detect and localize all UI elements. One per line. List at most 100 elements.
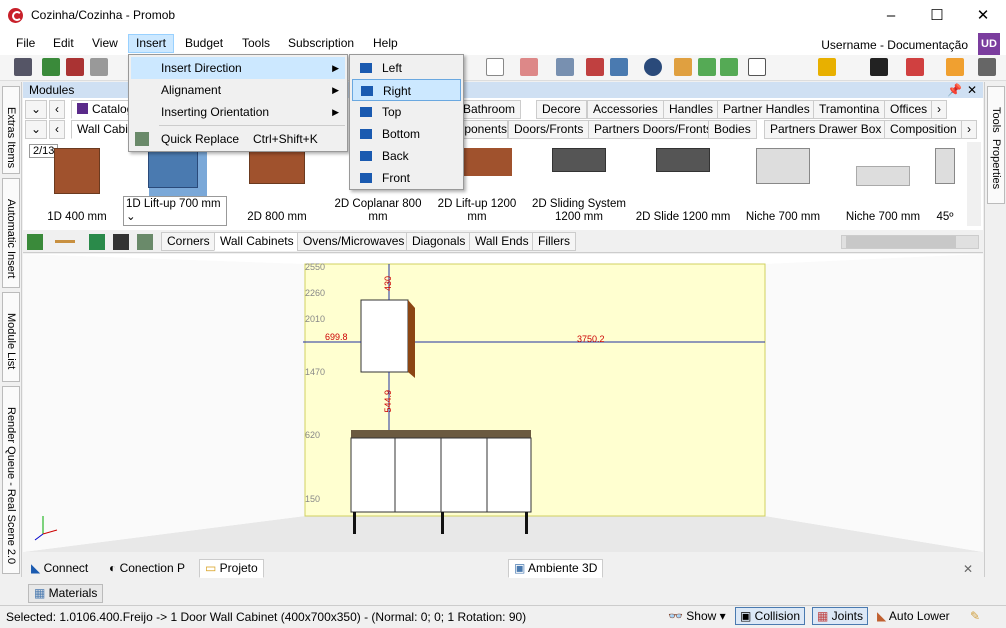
tab-wall-cabinets[interactable]: Wall Cabinets [71,120,131,139]
wall-cabinet[interactable] [360,299,409,373]
username-label[interactable]: Username - Documentação [821,38,968,52]
save-icon[interactable] [14,58,32,76]
tab-accessories[interactable]: Accessories [587,100,664,119]
subtab-wall-cabinets[interactable]: Wall Cabinets [214,232,300,251]
cube-icon[interactable] [674,58,692,76]
menu-insert-direction[interactable]: Insert Direction ▶ [131,57,345,79]
module-item[interactable]: 2D Sliding System 1200 mm [529,142,629,232]
tab-ambiente-3d[interactable]: ▣ Ambiente 3D [508,559,604,578]
tab-partners-doors-fronts[interactable]: Partners Doors/Fronts [588,120,719,139]
tab-bodies[interactable]: Bodies [708,120,757,139]
options-icon[interactable] [978,58,996,76]
subtabs-scroll-left[interactable]: ‹ [49,120,65,139]
export-icon[interactable] [89,234,105,250]
direction-front[interactable]: Front [352,167,461,189]
select-cursor-icon[interactable] [486,58,504,76]
menu-inserting-orientation[interactable]: Inserting Orientation ▶ [131,101,345,123]
subtab-corners[interactable]: Corners [161,232,216,251]
subtab-fillers[interactable]: Fillers [532,232,576,251]
menu-budget[interactable]: Budget [177,34,231,53]
render-alt-icon[interactable] [66,58,84,76]
menu-alignament[interactable]: Alignament ▶ [131,79,345,101]
joints-toggle[interactable]: ▦ Joints [812,607,869,625]
maximize-button[interactable]: ☐ [914,0,960,31]
menu-help[interactable]: Help [365,34,406,53]
menu-file[interactable]: File [8,34,43,53]
subtab-ovens-microwaves[interactable]: Ovens/Microwaves [297,232,411,251]
tabs-scroll-right[interactable]: › [931,100,947,119]
menu-tools[interactable]: Tools [234,34,278,53]
minimize-button[interactable]: – [868,0,914,31]
lightbulb-icon[interactable] [818,58,836,76]
thumbnails-scrollbar[interactable] [967,142,981,226]
modules-close-button[interactable]: ✕ [967,82,977,98]
tab-decore[interactable]: Decore [536,100,587,119]
menu-view[interactable]: View [84,34,126,53]
module-item[interactable]: 45º [928,142,962,232]
subtabs-scrollbar[interactable] [841,235,979,249]
eye-icon[interactable] [644,58,662,76]
tab-render-queue[interactable]: Render Queue - Real Scene 2.0 [2,386,20,574]
subtab-wall-ends[interactable]: Wall Ends [469,232,535,251]
binoculars-icon[interactable] [113,234,129,250]
line-icon[interactable] [55,240,75,243]
tab-offices[interactable]: Offices [884,100,934,119]
auto-lower-toggle[interactable]: ◣ Auto Lower [877,609,950,623]
module-item[interactable]: 2D Slide 1200 mm [633,142,733,232]
subtabs-scroll-right[interactable]: › [961,120,977,139]
close-button[interactable]: ✕ [960,0,1006,31]
direction-bottom[interactable]: Bottom [352,123,461,145]
view-3d-icon[interactable] [610,58,628,76]
user-icon[interactable] [946,58,964,76]
tab-bathroom[interactable]: Bathroom [457,100,522,119]
direction-top[interactable]: Top [352,101,461,123]
tab-connect[interactable]: ◣ Connect [25,559,94,578]
direction-left[interactable]: Left [352,57,461,79]
tab-conection-p[interactable]: ◐ Conection P [103,559,191,578]
frame-icon[interactable] [748,58,766,76]
tab-handles[interactable]: Handles [663,100,720,119]
tab-tramontina[interactable]: Tramontina [813,100,886,119]
direction-right[interactable]: Right [352,79,461,101]
tab-projeto[interactable]: ▭ Projeto [199,559,264,578]
tab-automatic-insert[interactable]: Automatic Insert [2,178,20,288]
tabs-scroll-left[interactable]: ‹ [49,100,65,119]
subtab-diagonals[interactable]: Diagonals [406,232,472,251]
replace-icon[interactable] [137,234,153,250]
pencil-icon[interactable]: ✎ [970,609,980,623]
measure-icon[interactable] [520,58,538,76]
color-palette-icon[interactable] [906,58,924,76]
module-item-selected[interactable]: 1D Lift-up 700 mm ⌄ [123,142,227,232]
print-icon[interactable] [90,58,108,76]
tab-composition[interactable]: Composition [884,120,963,139]
direction-back[interactable]: Back [352,145,461,167]
arrow-left-icon[interactable] [698,58,716,76]
show-dropdown[interactable]: 👓 Show ▾ [668,609,726,623]
move-icon[interactable] [870,58,888,76]
dimension-icon[interactable] [586,58,604,76]
module-label-dropdown[interactable]: 1D Lift-up 700 mm ⌄ [123,196,227,226]
menu-subscription[interactable]: Subscription [280,34,362,53]
menu-quick-replace[interactable]: Quick Replace Ctrl+Shift+K [131,128,345,150]
menu-insert[interactable]: Insert [128,34,175,53]
tab-module-list[interactable]: Module List [2,292,20,382]
tab-materials[interactable]: ▦ Materials [28,584,104,603]
tab-partners-drawer-box[interactable]: Partners Drawer Box [764,120,888,139]
tab-extras-items[interactable]: Extras Items [2,86,20,174]
pin-icon[interactable]: 📌 [947,82,962,98]
scrollbar-thumb[interactable] [846,236,956,248]
arrow-right-icon[interactable] [720,58,738,76]
insert-icon[interactable] [27,234,43,250]
collision-toggle[interactable]: ▣ Collision [735,607,806,625]
subtabs-scroll-down[interactable]: ⌄ [25,120,48,139]
module-item[interactable]: Niche 700 mm [733,142,833,232]
tabs-scroll-down[interactable]: ⌄ [25,100,48,119]
tab-partner-handles[interactable]: Partner Handles [717,100,816,119]
bottom-close-button[interactable]: ✕ [963,562,973,576]
tab-tools-properties[interactable]: Tools Properties [987,86,1005,204]
module-item[interactable]: Niche 700 mm [833,142,933,232]
render-icon[interactable] [42,58,60,76]
viewport-3d[interactable]: 2550 2260 2010 1470 620 150 699.8 3750.2… [23,254,983,552]
tab-doors-fronts[interactable]: Doors/Fronts [508,120,590,139]
module-item[interactable]: 2D 800 mm [227,142,327,232]
